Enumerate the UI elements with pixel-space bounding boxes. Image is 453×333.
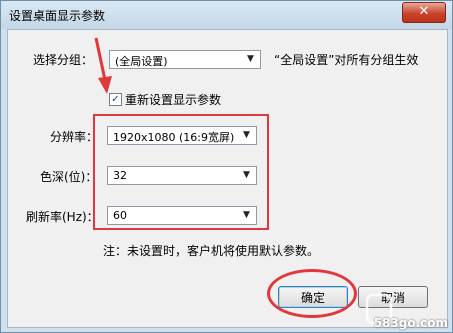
window-title: 设置桌面显示参数: [9, 9, 106, 23]
annotation-ok-circle: [267, 269, 357, 318]
close-button[interactable]: ✕: [402, 2, 446, 23]
group-label: 选择分组：: [33, 53, 94, 67]
close-icon: ✕: [418, 4, 430, 19]
group-note: “全局设置”对所有分组生效: [274, 53, 419, 67]
title-bar[interactable]: 设置桌面显示参数 ✕: [1, 1, 452, 29]
refresh-rate-label: 刷新率(Hz)：: [26, 210, 99, 224]
resolution-label: 分辨率：: [50, 130, 99, 144]
color-depth-label: 色深(位)：: [40, 170, 98, 184]
chevron-down-icon: ▼: [247, 54, 254, 64]
annotation-highlight-box: [93, 114, 269, 230]
group-select-value: (全局设置): [115, 55, 168, 68]
default-note: 注：未设置时，客户机将使用默认参数。: [103, 244, 320, 258]
reset-checkbox[interactable]: ✓: [109, 93, 122, 106]
watermark: 583go.com: [352, 290, 452, 332]
reset-checkbox-label: 重新设置显示参数: [125, 93, 222, 107]
dialog-content: 选择分组： (全局设置) ▼ “全局设置”对所有分组生效 ✓ 重新设置显示参数 …: [7, 29, 448, 328]
watermark-text: 583go.com: [373, 316, 448, 330]
dialog-window: 设置桌面显示参数 ✕ 选择分组： (全局设置) ▼ “全局设置”对所有分组生效 …: [0, 0, 453, 333]
group-select[interactable]: (全局设置) ▼: [109, 50, 261, 69]
annotation-arrow-icon: [94, 37, 112, 94]
